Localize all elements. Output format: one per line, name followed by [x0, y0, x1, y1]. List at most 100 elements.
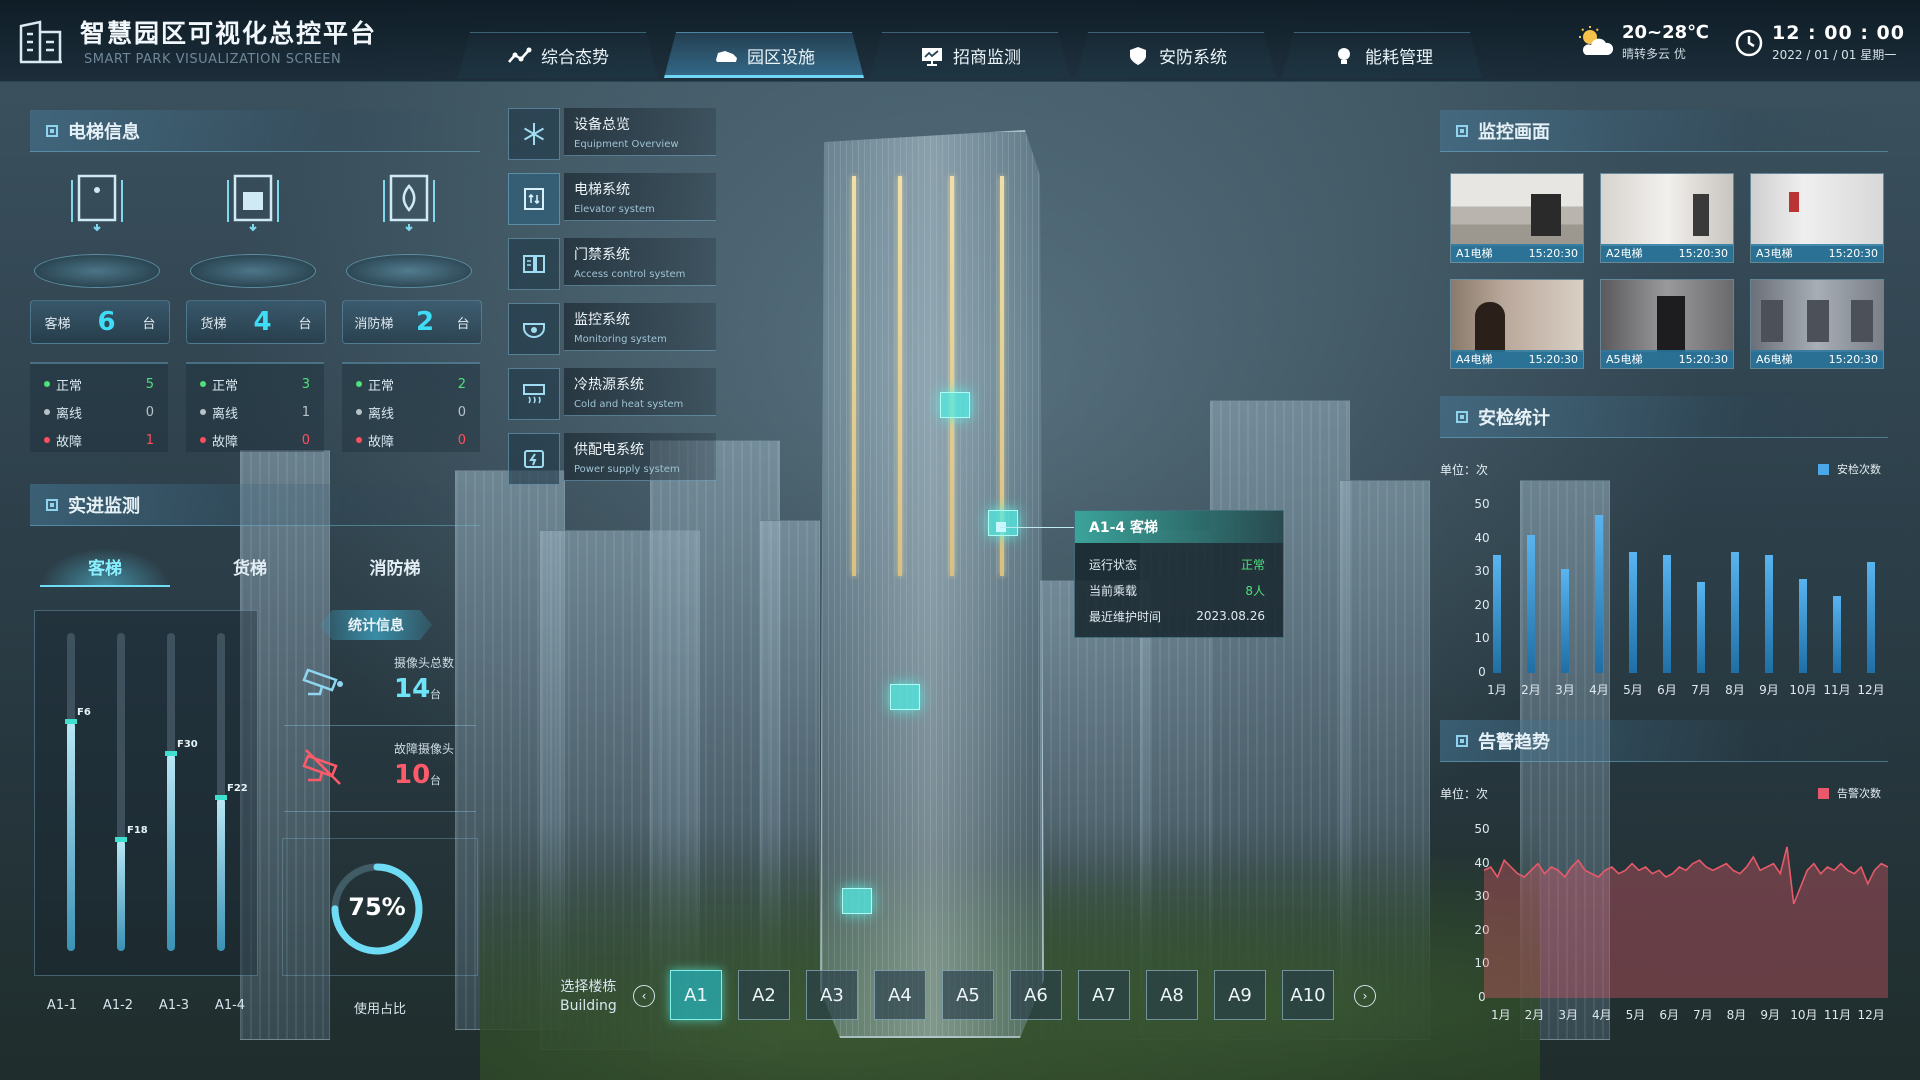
status-value: 0	[301, 432, 310, 448]
building-button-a8[interactable]: A8	[1146, 970, 1198, 1020]
bar-mark[interactable]	[1799, 578, 1807, 673]
next-building-button[interactable]: ›	[1354, 985, 1376, 1007]
camera-name: A5电梯	[1606, 353, 1643, 366]
camera-feed-a4[interactable]: A4电梯 15:20:30	[1450, 279, 1584, 369]
equip-hvac[interactable]: 冷热源系统 Cold and heat system	[508, 368, 716, 420]
nav-item-security[interactable]: 安防系统	[1076, 32, 1276, 78]
camera-fault-icon	[302, 749, 341, 785]
bar-mark[interactable]	[1493, 555, 1501, 673]
building-button-a9[interactable]: A9	[1214, 970, 1266, 1020]
panel-title: 安检统计	[1478, 407, 1550, 429]
camera-fault-value: 10	[394, 760, 431, 790]
temperature: 20~28℃	[1622, 22, 1709, 43]
status-fault-row: 故障 0	[200, 426, 310, 454]
bar-mark[interactable]	[1561, 568, 1569, 673]
elevator-shaft-line	[950, 176, 954, 576]
building-button-a6[interactable]: A6	[1010, 970, 1062, 1020]
top-header: 智慧园区可视化总控平台 SMART PARK VISUALIZATION SCR…	[0, 0, 1920, 82]
section-square-icon	[1456, 410, 1468, 423]
x-tick-label: 9月	[1759, 683, 1779, 697]
camera-feed-a3[interactable]: A3电梯 15:20:30	[1750, 173, 1884, 263]
elevator-car-marker	[165, 751, 177, 756]
legend-label: 告警次数	[1837, 787, 1881, 800]
building-button-a3[interactable]: A3	[806, 970, 858, 1020]
floor-label: F18	[127, 825, 148, 836]
elevator-car-cube[interactable]	[842, 888, 872, 914]
camera-feed-a6[interactable]: A6电梯 15:20:30	[1750, 279, 1884, 369]
elevator-tooltip: A1-4 客梯 运行状态 正常 当前乘载 8人 最近维护时间 2023.08.26	[1074, 510, 1284, 638]
alarm-plot	[1484, 846, 1888, 998]
weather-condition: 晴转多云 优	[1622, 47, 1686, 61]
nav-item-overview[interactable]: 综合态势	[458, 32, 658, 78]
clock-icon	[1735, 29, 1763, 56]
bar-mark[interactable]	[1527, 535, 1535, 673]
equip-access-control[interactable]: 门禁系统 Access control system	[508, 238, 716, 290]
x-tick-label: 3月	[1555, 683, 1575, 697]
bar-mark[interactable]	[1765, 555, 1773, 673]
tab-passenger[interactable]: 客梯	[40, 548, 170, 587]
x-tick-label: 1月	[1487, 683, 1507, 697]
equip-overview[interactable]: 设备总览 Equipment Overview	[508, 108, 716, 160]
bar-mark[interactable]	[1629, 552, 1637, 673]
shaft-label: A1-3	[158, 998, 190, 1013]
nav-label: 安防系统	[1159, 48, 1227, 68]
building-button-a5[interactable]: A5	[942, 970, 994, 1020]
fault-dot-icon	[44, 437, 50, 443]
shaft-fill	[217, 798, 225, 951]
floor-label: F6	[77, 707, 91, 718]
bar-mark[interactable]	[1595, 515, 1603, 673]
bar-mark[interactable]	[1731, 552, 1739, 673]
shaft-position-chart: F6 F18 F30 F22	[34, 610, 258, 976]
nav-item-investment[interactable]: 招商监测	[870, 32, 1070, 78]
shaft-fill	[167, 754, 175, 951]
prev-building-button[interactable]: ‹	[633, 985, 655, 1007]
camera-name: A6电梯	[1756, 353, 1793, 366]
equip-elevator[interactable]: 电梯系统 Elevator system	[508, 173, 716, 225]
camera-name: A4电梯	[1456, 353, 1493, 366]
building-button-a1[interactable]: A1	[670, 970, 722, 1020]
building-button-a10[interactable]: A10	[1282, 970, 1334, 1020]
camera-name: A3电梯	[1756, 247, 1793, 260]
alarm-unit: 单位：次	[1440, 787, 1489, 801]
x-tick-label: 6月	[1659, 1008, 1679, 1022]
partly-cloudy-icon	[1579, 26, 1614, 55]
bar-mark[interactable]	[1697, 582, 1705, 673]
bar-mark[interactable]	[1867, 562, 1875, 673]
status-value: 1	[145, 432, 154, 448]
y-tick-label: 30	[1474, 564, 1490, 579]
nav-label: 园区设施	[747, 48, 815, 68]
equip-name-en: Elevator system	[574, 204, 655, 215]
tab-fire[interactable]: 消防梯	[330, 548, 460, 587]
building-button-a4[interactable]: A4	[874, 970, 926, 1020]
equip-power[interactable]: 供配电系统 Power supply system	[508, 433, 716, 485]
building-button-a7[interactable]: A7	[1078, 970, 1130, 1020]
legend-swatch	[1818, 463, 1829, 475]
x-tick-label: 10月	[1790, 1008, 1818, 1022]
nav-item-facilities[interactable]: 园区设施	[664, 32, 864, 78]
count-unit: 台	[298, 316, 312, 332]
elevator-car-cube[interactable]	[940, 392, 970, 418]
camera-name: A2电梯	[1606, 247, 1643, 260]
door-access-icon	[523, 255, 545, 273]
elevator-car-cube[interactable]	[890, 684, 920, 710]
camera-feed-a1[interactable]: A1电梯 15:20:30	[1450, 173, 1584, 263]
y-tick-label: 40	[1474, 530, 1490, 545]
page-title: 智慧园区可视化总控平台	[80, 19, 378, 48]
x-tick-label: 7月	[1693, 1008, 1713, 1022]
camera-feed-a5[interactable]: A5电梯 15:20:30	[1600, 279, 1734, 369]
elevator-info-header: 电梯信息	[30, 110, 480, 152]
equip-monitoring[interactable]: 监控系统 Monitoring system	[508, 303, 716, 355]
camera-fault-stat: 故障摄像头 10 台	[284, 736, 476, 812]
shaft-fill	[67, 722, 75, 951]
camera-total-value: 14	[394, 674, 431, 704]
camera-feed-a2[interactable]: A2电梯 15:20:30	[1600, 173, 1734, 263]
tab-freight[interactable]: 货梯	[185, 548, 315, 587]
nav-item-energy[interactable]: 能耗管理	[1282, 32, 1482, 78]
camera-fault-unit: 台	[430, 774, 441, 787]
bar-mark[interactable]	[1663, 555, 1671, 673]
clock-widget: 12 : 00 : 00 2022 / 01 / 01 星期一	[1734, 22, 1905, 63]
building-button-a2[interactable]: A2	[738, 970, 790, 1020]
panel-title: 监控画面	[1478, 121, 1550, 143]
nav-label: 能耗管理	[1365, 48, 1433, 68]
bar-mark[interactable]	[1833, 595, 1841, 673]
